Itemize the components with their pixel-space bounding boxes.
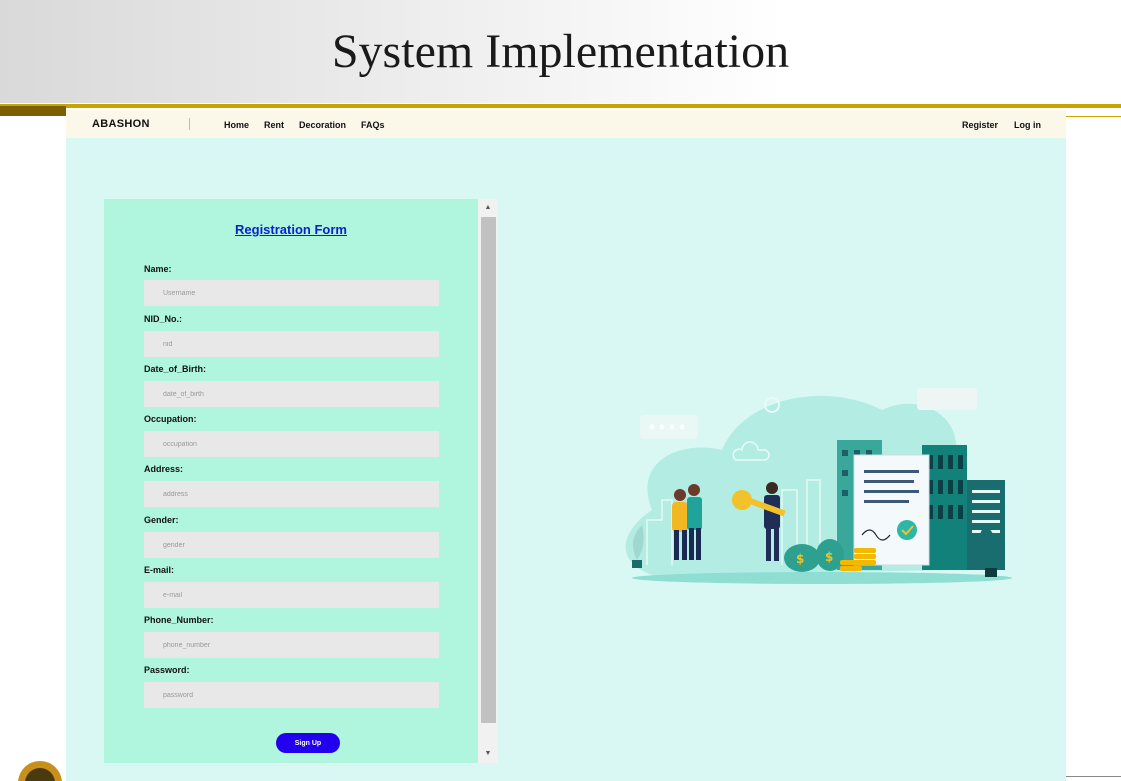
occupation-label: Occupation: [144, 414, 197, 424]
email-input[interactable] [144, 582, 439, 608]
ground-shadow [632, 572, 1012, 584]
approval-badge-icon [897, 520, 917, 540]
scroll-up-arrow-icon[interactable]: ▲ [478, 201, 498, 215]
email-label: E-mail: [144, 565, 175, 575]
real-estate-illustration: $ $ [625, 388, 1012, 584]
top-navbar: ABASHON Home Rent Decoration FAQs Regist… [66, 110, 1066, 138]
name-label: Name: [144, 264, 172, 274]
slide-header: System Implementation [0, 0, 1121, 103]
scroll-down-arrow-icon[interactable]: ▼ [478, 747, 498, 761]
nav-link-rent[interactable]: Rent [264, 120, 284, 130]
gender-label: Gender: [144, 515, 179, 525]
slide-rule-accent [0, 106, 66, 116]
slide-side-line [1066, 116, 1121, 117]
phone-number-input[interactable] [144, 632, 439, 658]
occupation-input[interactable] [144, 431, 439, 457]
university-seal-logo [0, 756, 70, 781]
nav-link-login[interactable]: Log in [1014, 120, 1041, 130]
address-input[interactable] [144, 481, 439, 507]
password-label: Password: [144, 665, 190, 675]
form-scrollbar[interactable]: ▲ ▼ [478, 199, 498, 763]
svg-text:$: $ [796, 552, 804, 566]
slide-rule [0, 104, 1121, 108]
nav-link-home[interactable]: Home [224, 120, 249, 130]
nid-label: NID_No.: [144, 314, 182, 324]
address-label: Address: [144, 464, 184, 474]
nav-link-faqs[interactable]: FAQs [361, 120, 385, 130]
slide-title: System Implementation [331, 25, 790, 78]
nav-links: Home Rent Decoration FAQs [224, 120, 400, 130]
name-input[interactable] [144, 280, 439, 306]
date-of-birth-input[interactable] [144, 381, 439, 407]
form-title[interactable]: Registration Form [104, 222, 478, 237]
svg-text:$: $ [825, 550, 833, 564]
slide-bottom-line [1066, 776, 1121, 777]
brand-logo-text[interactable]: ABASHON [92, 118, 150, 130]
password-input[interactable] [144, 682, 439, 708]
gender-input[interactable] [144, 532, 439, 558]
nav-auth-links: Register Log in [946, 120, 1041, 130]
date-of-birth-label: Date_of_Birth: [144, 364, 207, 374]
nav-link-register[interactable]: Register [962, 120, 998, 130]
sign-up-button[interactable]: Sign Up [276, 733, 340, 753]
nav-link-decoration[interactable]: Decoration [299, 120, 346, 130]
scroll-thumb[interactable] [481, 217, 496, 723]
document-card-icon [917, 388, 977, 410]
registration-form-panel: Registration Form Name: NID_No.: Date_of… [104, 199, 478, 763]
chat-bubble-icon [640, 415, 698, 439]
nav-divider [189, 118, 190, 130]
phone-number-label: Phone_Number: [144, 615, 214, 625]
web-page-screenshot: ABASHON Home Rent Decoration FAQs Regist… [66, 110, 1066, 781]
nid-input[interactable] [144, 331, 439, 357]
